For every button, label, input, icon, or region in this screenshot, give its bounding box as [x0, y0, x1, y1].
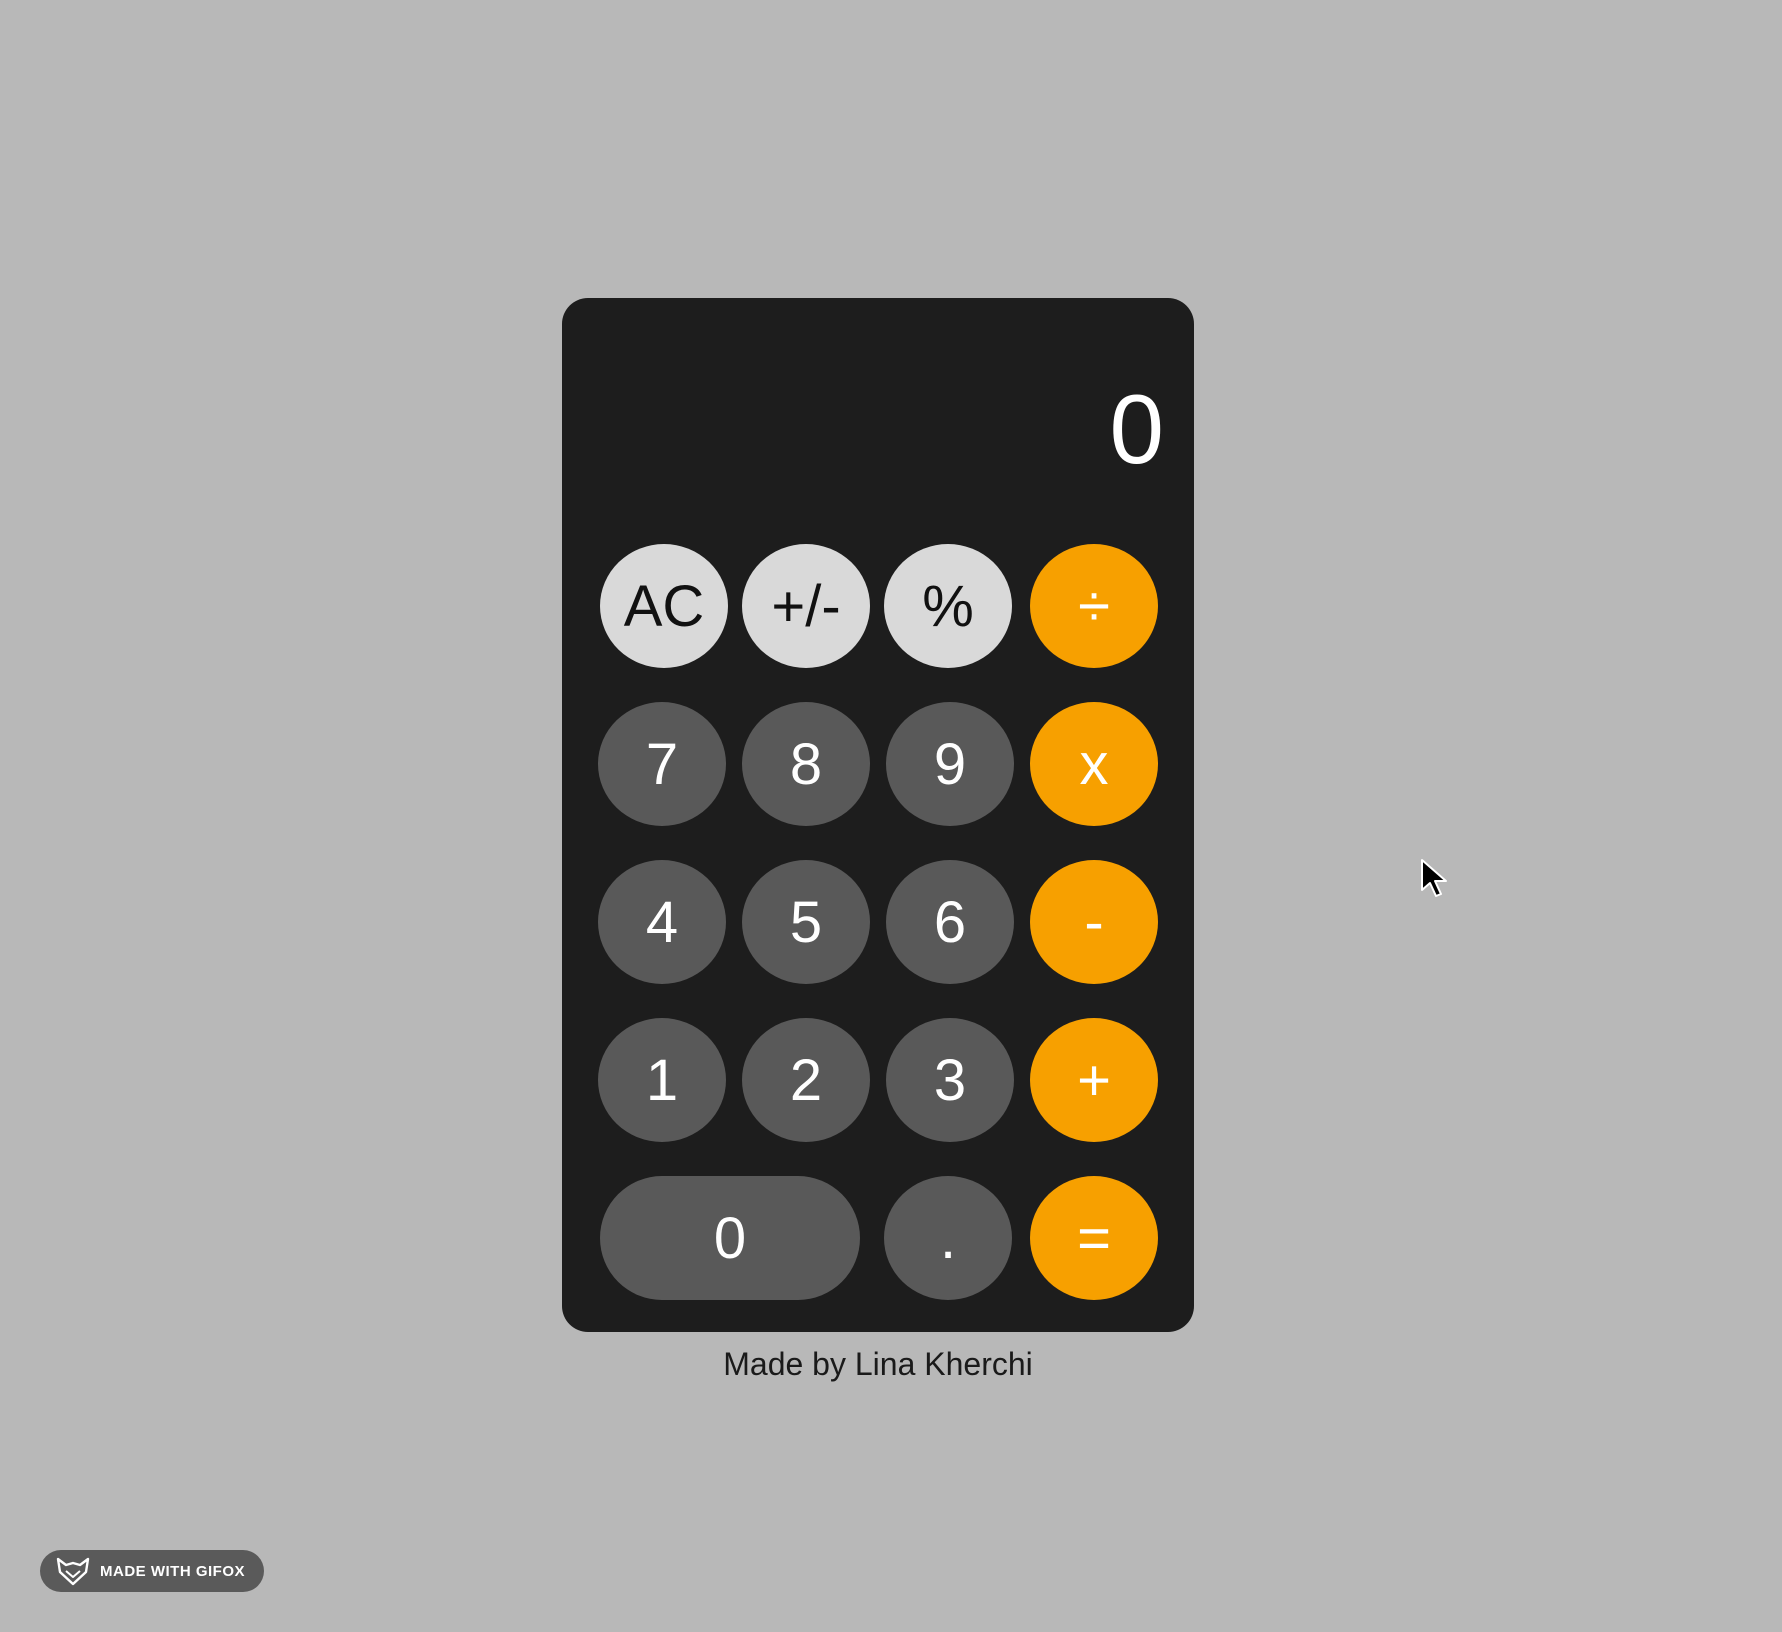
digit-0-button[interactable]: 0: [600, 1176, 860, 1300]
decimal-button[interactable]: .: [884, 1176, 1012, 1300]
author-credit: Made by Lina Kherchi: [723, 1346, 1033, 1382]
equals-button[interactable]: =: [1030, 1176, 1158, 1300]
digit-1-button[interactable]: 1: [598, 1018, 726, 1142]
mouse-pointer-icon: [1421, 859, 1447, 897]
gifox-badge[interactable]: MADE WITH GIFOX: [40, 1550, 264, 1592]
calculator-display: 0: [1109, 374, 1164, 484]
digit-9-button[interactable]: 9: [886, 702, 1014, 826]
multiply-button[interactable]: x: [1030, 702, 1158, 826]
subtract-button[interactable]: -: [1030, 860, 1158, 984]
digit-5-button[interactable]: 5: [742, 860, 870, 984]
percent-button[interactable]: %: [884, 544, 1012, 668]
digit-6-button[interactable]: 6: [886, 860, 1014, 984]
add-button[interactable]: +: [1030, 1018, 1158, 1142]
digit-3-button[interactable]: 3: [886, 1018, 1014, 1142]
digit-2-button[interactable]: 2: [742, 1018, 870, 1142]
digit-8-button[interactable]: 8: [742, 702, 870, 826]
divide-button[interactable]: ÷: [1030, 544, 1158, 668]
fox-icon: [56, 1557, 90, 1586]
digit-4-button[interactable]: 4: [598, 860, 726, 984]
gifox-badge-label: MADE WITH GIFOX: [100, 1562, 245, 1580]
calculator: 0 AC +/- % ÷ 7 8 9 x 4 5 6 - 1 2 3 + 0 .…: [562, 298, 1194, 1332]
all-clear-button[interactable]: AC: [600, 544, 728, 668]
digit-7-button[interactable]: 7: [598, 702, 726, 826]
toggle-sign-button[interactable]: +/-: [742, 544, 870, 668]
